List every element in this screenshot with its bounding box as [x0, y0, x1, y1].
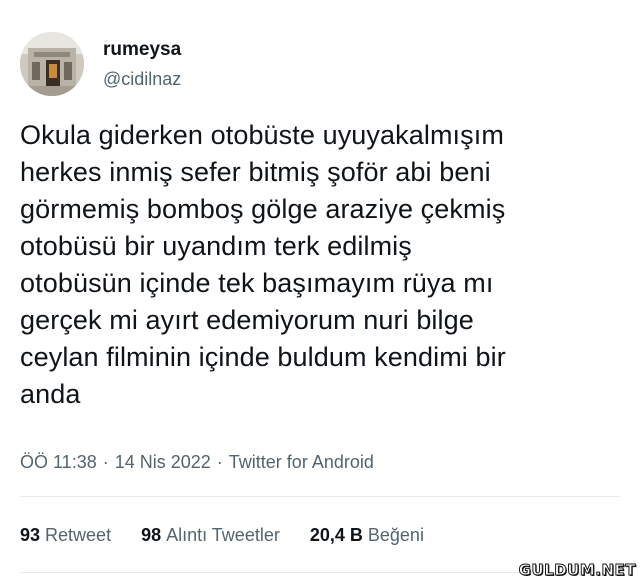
tweet-meta: ÖÖ 11:38 · 14 Nis 2022 · Twitter for And…	[20, 450, 374, 474]
divider	[20, 496, 620, 497]
avatar[interactable]	[20, 32, 84, 96]
meta-separator: ·	[102, 452, 109, 472]
quotes-count: 98	[141, 525, 162, 545]
watermark: GULDUM.NET	[518, 561, 636, 580]
quotes-label: Alıntı Tweetler	[166, 525, 280, 545]
likes-stat[interactable]: 20,4 B Beğeni	[310, 522, 424, 548]
author-handle[interactable]: @cidilnaz	[103, 67, 181, 91]
tweet-text: Okula giderken otobüste uyuyakalmışım he…	[20, 120, 506, 409]
tweet-card: rumeysa @cidilnaz Okula giderken otobüst…	[0, 0, 640, 583]
meta-separator: ·	[216, 452, 223, 472]
tweet-header: rumeysa @cidilnaz	[20, 28, 181, 100]
tweet-time[interactable]: ÖÖ 11:38	[20, 450, 97, 474]
likes-count: 20,4 B	[309, 525, 363, 545]
likes-label: Beğeni	[367, 525, 424, 545]
retweets-stat[interactable]: 93 Retweet	[20, 522, 111, 548]
avatar-photo-icon	[20, 32, 84, 96]
tweet-stats: 93 Retweet 98 Alıntı Tweetler 20,4 B Beğ…	[20, 522, 454, 548]
retweets-label: Retweet	[45, 525, 112, 545]
author-names: rumeysa @cidilnaz	[103, 38, 181, 91]
tweet-date[interactable]: 14 Nis 2022	[115, 450, 211, 474]
retweets-count: 93	[20, 525, 41, 545]
author-display-name[interactable]: rumeysa	[103, 38, 181, 62]
quotes-stat[interactable]: 98 Alıntı Tweetler	[141, 522, 280, 548]
tweet-source[interactable]: Twitter for Android	[229, 450, 374, 474]
